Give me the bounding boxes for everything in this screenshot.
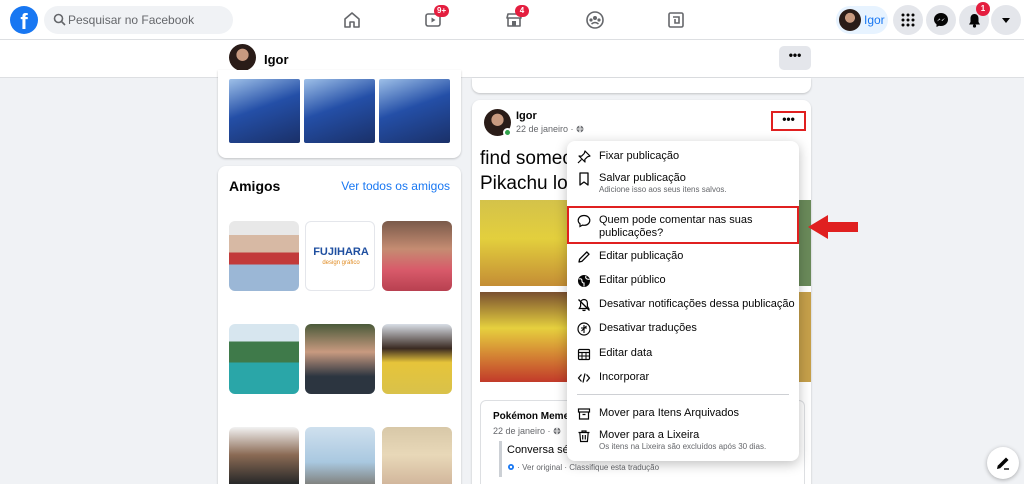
arrow-annotation-icon (808, 215, 858, 239)
pencil-icon (578, 251, 590, 263)
photo-thumbnail[interactable] (229, 79, 300, 143)
quote-bar (499, 441, 502, 477)
shared-date: 22 de janeiro · (493, 426, 561, 436)
translation-note[interactable]: · Ver original · Classifique esta traduç… (507, 463, 659, 472)
watch-badge: 9+ (434, 5, 450, 17)
post-options-menu: Fixar publicação Salvar publicação Adici… (567, 141, 799, 461)
gaming-icon (668, 12, 684, 28)
shared-text: Conversa séri (507, 444, 575, 456)
gear-icon (508, 464, 514, 470)
profile-shortcut-name: Igor (864, 13, 885, 27)
pin-icon (577, 150, 591, 164)
bookmark-icon (579, 172, 589, 186)
grid-menu-icon (901, 13, 915, 27)
avatar (839, 9, 861, 31)
menu-button[interactable] (893, 5, 923, 35)
menu-item-label: Desativar traduções (599, 322, 697, 334)
post-image[interactable] (480, 292, 575, 382)
menu-item-label: Salvar publicação (599, 172, 686, 184)
friend-photo[interactable] (382, 427, 452, 484)
watch-tab[interactable]: 9+ (417, 4, 450, 36)
account-button[interactable] (991, 5, 1021, 35)
search-input[interactable] (68, 6, 228, 34)
globe-icon (578, 275, 590, 287)
facebook-logo[interactable]: f (10, 6, 38, 34)
calendar-icon (577, 348, 591, 361)
top-navigation-bar: f 9+ 4 Igor 1 (0, 0, 1024, 40)
friend-photo[interactable]: FUJIHARA design gráfico (305, 221, 375, 291)
archive-icon (577, 408, 591, 420)
new-message-button[interactable] (987, 447, 1019, 479)
shared-page-name[interactable]: Pokémon Meme (493, 411, 569, 422)
menu-item-label: Incorporar (599, 371, 650, 383)
friend-photo[interactable] (305, 427, 375, 484)
messenger-button[interactable] (926, 5, 956, 35)
friend-photo[interactable] (229, 324, 299, 394)
post-author[interactable]: Igor (516, 110, 537, 122)
menu-item-label: Quem pode comentar nas suas publicações? (599, 214, 753, 239)
friends-card: Amigos Ver todos os amigos FUJIHARA desi… (218, 166, 461, 484)
friend-photo[interactable] (305, 324, 375, 394)
menu-item-label: Editar público (599, 274, 666, 286)
compose-icon (997, 457, 1009, 470)
globe-icon (553, 427, 561, 435)
home-tab[interactable] (336, 4, 368, 36)
gaming-tab[interactable] (660, 4, 692, 36)
friends-title[interactable]: Amigos (229, 178, 280, 194)
friend-logo-text: FUJIHARA (313, 246, 369, 258)
friend-logo-subtext: design gráfico (322, 260, 360, 266)
code-icon (577, 373, 591, 383)
translate-icon (577, 322, 591, 336)
menu-item-label: Editar publicação (599, 250, 684, 262)
groups-tab[interactable] (579, 4, 611, 36)
menu-item-label: Mover para a Lixeira (599, 429, 700, 441)
groups-icon (586, 11, 604, 29)
menu-item-label: Desativar notificações dessa publicação (599, 298, 795, 310)
bell-off-icon (578, 298, 590, 312)
search-icon (53, 13, 66, 26)
post-image[interactable] (480, 200, 575, 286)
photos-card (218, 70, 461, 158)
see-all-friends-link[interactable]: Ver todos os amigos (341, 179, 450, 193)
photo-thumbnail[interactable] (379, 79, 450, 143)
caret-down-icon (1002, 18, 1010, 23)
menu-divider (577, 394, 789, 395)
menu-item-label: Fixar publicação (599, 150, 680, 162)
notifications-badge: 1 (976, 2, 990, 16)
menu-item-label: Mover para Itens Arquivados (599, 407, 740, 419)
translation-note-text: · Ver original · Classifique esta traduç… (517, 463, 660, 472)
post-date-text: 22 de janeiro · (516, 124, 577, 134)
friend-photo[interactable] (229, 427, 299, 484)
friend-photo[interactable] (382, 324, 452, 394)
post-image[interactable] (797, 292, 811, 382)
globe-icon (576, 125, 584, 133)
menu-item-description: Os itens na Lixeira são excluídos após 3… (599, 442, 767, 451)
notifications-button[interactable]: 1 (959, 2, 990, 35)
profile-header-strip: Igor ••• (0, 40, 1024, 78)
menu-item-description: Adicione isso aos seus itens salvos. (599, 185, 727, 194)
post-options-button[interactable]: ••• (771, 111, 806, 131)
friend-photo[interactable] (229, 221, 299, 291)
profile-more-button[interactable]: ••• (779, 46, 811, 70)
marketplace-badge: 4 (515, 5, 529, 17)
search-box[interactable] (44, 6, 233, 34)
previous-post-fragment (472, 78, 811, 93)
shared-date-text: 22 de janeiro · (493, 426, 554, 436)
profile-name[interactable]: Igor (264, 52, 289, 67)
home-icon (344, 12, 360, 28)
marketplace-tab[interactable]: 4 (498, 4, 530, 36)
post-image[interactable] (797, 200, 811, 286)
avatar[interactable] (229, 44, 256, 71)
online-status-dot (503, 128, 512, 137)
photo-thumbnail[interactable] (304, 79, 375, 143)
post-date[interactable]: 22 de janeiro · (516, 124, 584, 134)
menu-item-label: Editar data (599, 347, 653, 359)
friend-photo[interactable] (382, 221, 452, 291)
trash-icon (578, 430, 590, 443)
comment-icon (577, 214, 591, 228)
messenger-icon (934, 13, 948, 27)
profile-shortcut[interactable]: Igor (836, 6, 888, 34)
